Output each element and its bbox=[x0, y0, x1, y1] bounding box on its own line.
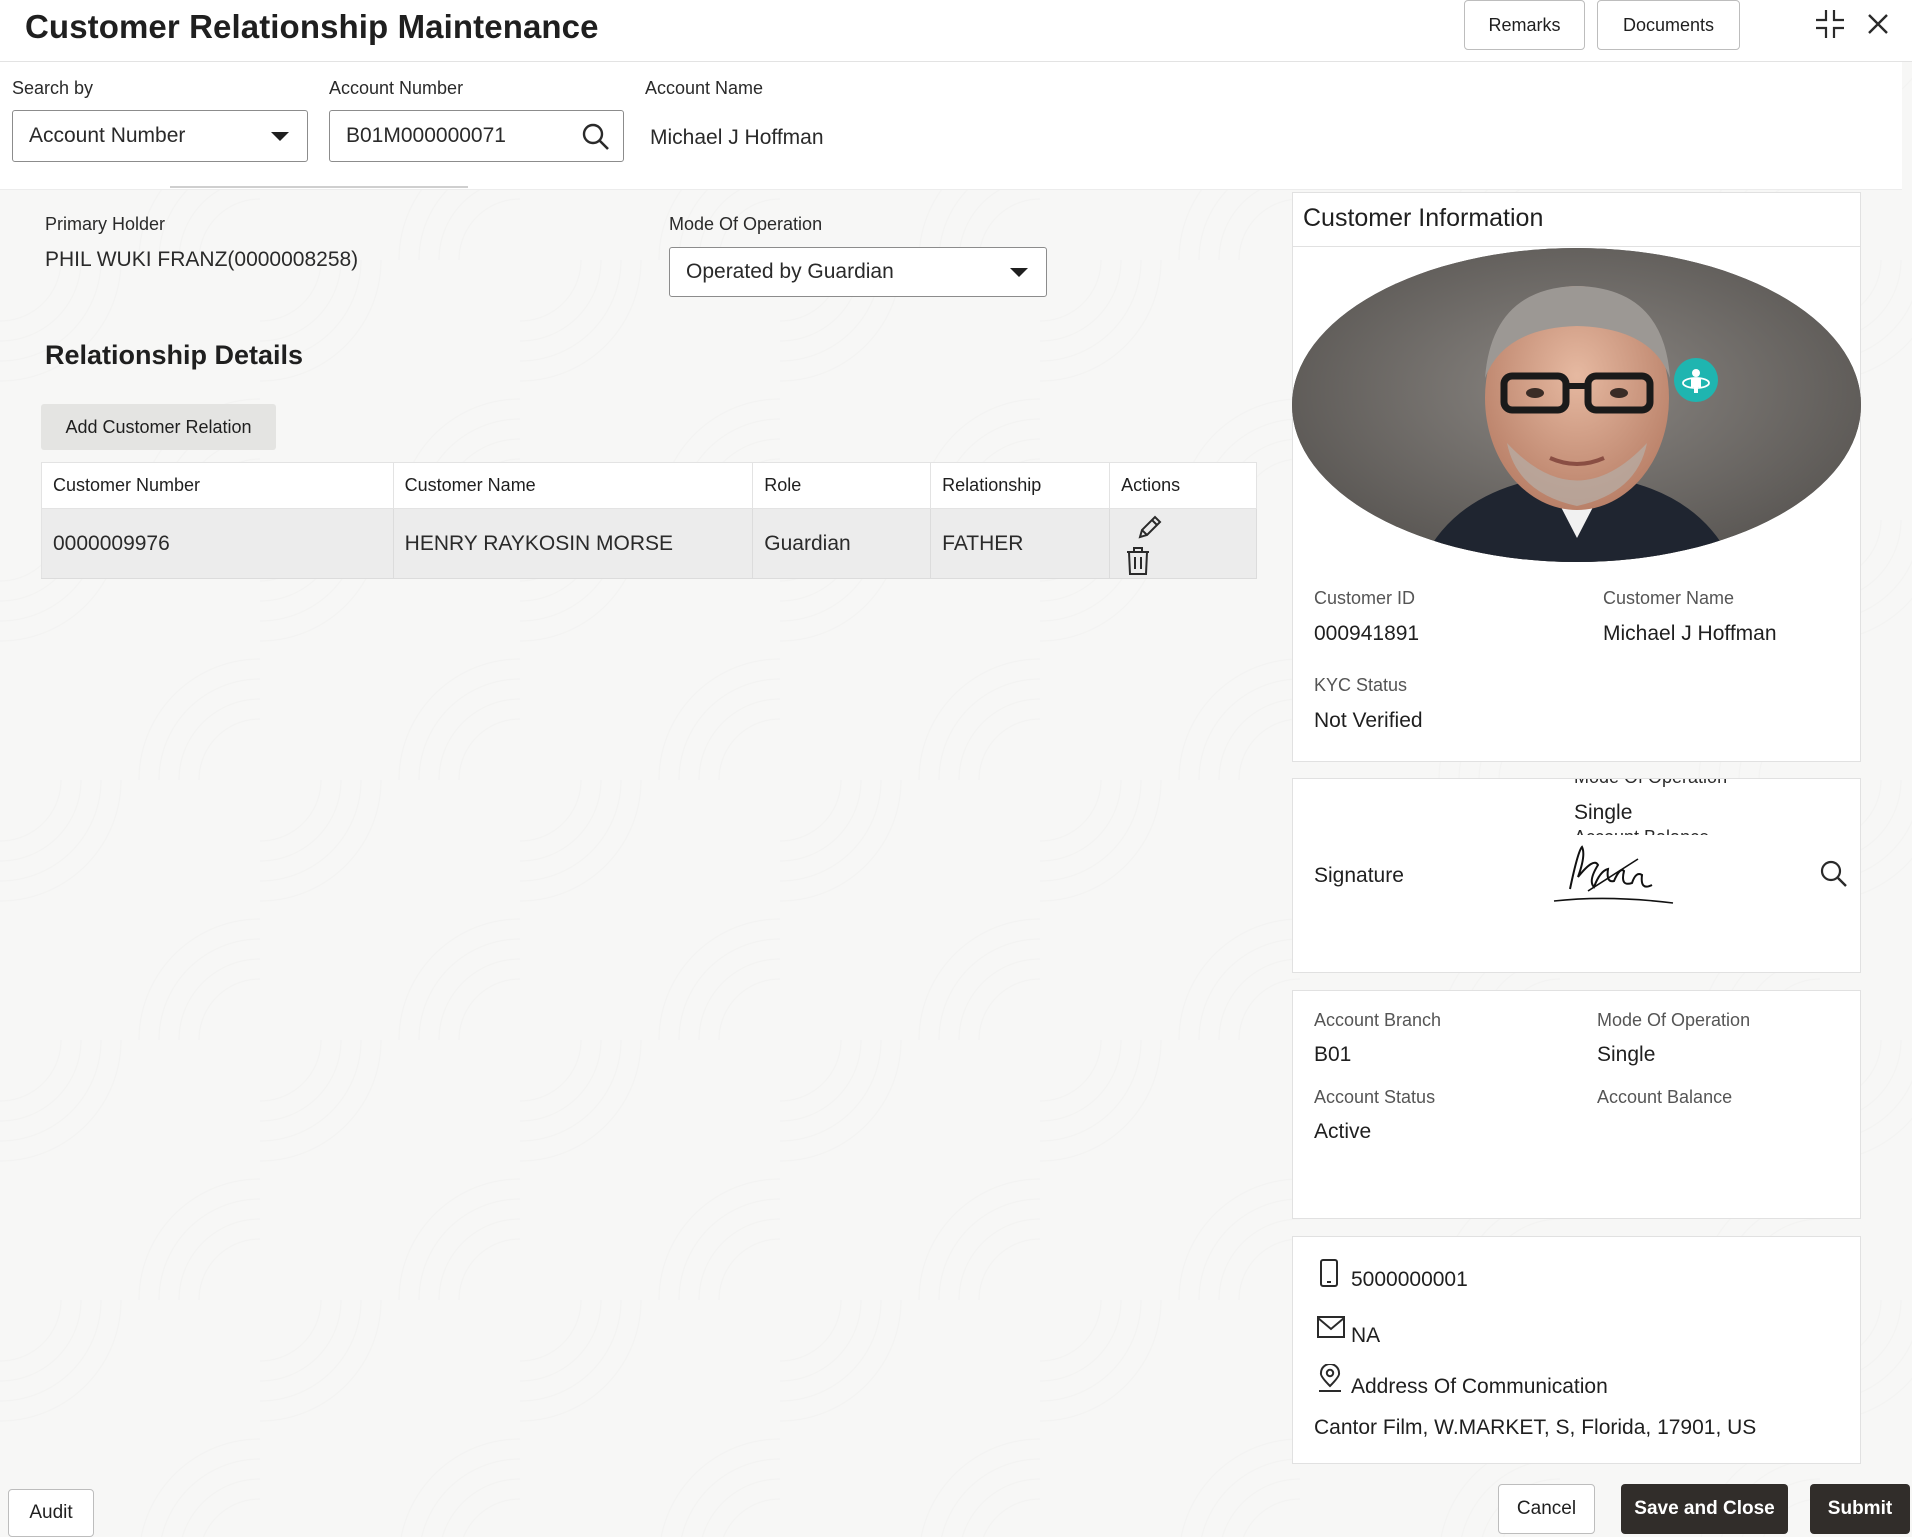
save-and-close-button[interactable]: Save and Close bbox=[1621, 1484, 1788, 1534]
account-number-label: Account Number bbox=[329, 78, 464, 98]
mail-icon bbox=[1316, 1315, 1346, 1344]
account-mode-value: Single bbox=[1597, 1043, 1656, 1066]
chevron-down-icon bbox=[271, 132, 289, 141]
overlay-mode-value: Single bbox=[1574, 801, 1633, 824]
customer-name-value: Michael J Hoffman bbox=[1603, 622, 1777, 645]
table-row[interactable]: 0000009976 HENRY RAYKOSIN MORSE Guardian… bbox=[41, 508, 1257, 579]
add-customer-relation-button[interactable]: Add Customer Relation bbox=[41, 404, 276, 450]
cancel-button[interactable]: Cancel bbox=[1498, 1484, 1595, 1534]
relationship-cell: FATHER bbox=[930, 508, 1111, 579]
documents-button[interactable]: Documents bbox=[1597, 0, 1740, 50]
submit-button[interactable]: Submit bbox=[1810, 1484, 1910, 1534]
customer-id-label: Customer ID bbox=[1314, 588, 1416, 608]
search-strip: Search by Account Number Account Number … bbox=[0, 62, 1902, 190]
minimize-icon[interactable] bbox=[1812, 6, 1848, 42]
header-bar: Customer Relationship Maintenance Remark… bbox=[0, 0, 1912, 62]
audit-button[interactable]: Audit bbox=[8, 1489, 94, 1537]
signature-card: Mode Of Operation Single Account Balance… bbox=[1292, 778, 1861, 973]
actions-cell bbox=[1109, 508, 1257, 579]
column-header: Role bbox=[752, 462, 932, 509]
address-label: Address Of Communication bbox=[1351, 1375, 1608, 1398]
search-icon[interactable] bbox=[1819, 859, 1849, 894]
mode-of-operation-label: Mode Of Operation bbox=[669, 214, 823, 234]
delete-icon[interactable] bbox=[1121, 544, 1155, 578]
phone-value: 5000000001 bbox=[1351, 1268, 1468, 1291]
column-header: Customer Number bbox=[41, 462, 394, 509]
account-branch-value: B01 bbox=[1314, 1043, 1352, 1066]
mode-of-operation-select[interactable]: Operated by Guardian bbox=[669, 247, 1047, 297]
account-status-label: Account Status bbox=[1314, 1087, 1436, 1107]
address-value: Cantor Film, W.MARKET, S, Florida, 17901… bbox=[1314, 1416, 1757, 1439]
divider bbox=[1292, 246, 1861, 247]
customer-information-title: Customer Information bbox=[1303, 204, 1544, 232]
account-name-value: Michael J Hoffman bbox=[650, 126, 824, 149]
search-by-select[interactable]: Account Number bbox=[12, 110, 308, 162]
edit-icon[interactable] bbox=[1133, 510, 1167, 544]
search-icon[interactable] bbox=[581, 122, 611, 158]
signature-image bbox=[1548, 841, 1678, 916]
primary-holder-value: PHIL WUKI FRANZ(0000008258) bbox=[45, 248, 359, 271]
location-icon bbox=[1316, 1363, 1344, 1399]
account-balance-label: Account Balance bbox=[1597, 1087, 1733, 1107]
account-status-value: Active bbox=[1314, 1120, 1372, 1143]
overlay-mode-label: Mode Of Operation bbox=[1574, 779, 1727, 788]
account-number-value: B01M000000071 bbox=[346, 124, 506, 147]
table-header-row: Customer Number Customer Name Role Relat… bbox=[41, 462, 1257, 509]
customer-name-label: Customer Name bbox=[1603, 588, 1735, 608]
kyc-status-value: Not Verified bbox=[1314, 709, 1423, 732]
column-header: Customer Name bbox=[392, 462, 754, 509]
account-number-input[interactable]: B01M000000071 bbox=[329, 110, 624, 162]
overlay-balance-label: Account Balance bbox=[1574, 827, 1709, 835]
customer-360-icon[interactable] bbox=[1674, 358, 1718, 402]
role-cell: Guardian bbox=[752, 508, 932, 579]
account-mode-label: Mode Of Operation bbox=[1597, 1010, 1751, 1030]
column-header: Relationship bbox=[930, 462, 1111, 509]
account-name-label: Account Name bbox=[645, 78, 764, 98]
search-by-value: Account Number bbox=[29, 124, 186, 147]
customer-id-value: 000941891 bbox=[1314, 622, 1420, 645]
customer-name-cell: HENRY RAYKOSIN MORSE bbox=[393, 508, 754, 579]
kyc-status-label: KYC Status bbox=[1314, 675, 1408, 695]
customer-number-cell: 0000009976 bbox=[41, 508, 394, 579]
divider bbox=[170, 186, 468, 188]
page-title: Customer Relationship Maintenance bbox=[25, 8, 599, 45]
phone-icon bbox=[1318, 1258, 1340, 1293]
account-branch-label: Account Branch bbox=[1314, 1010, 1442, 1030]
signature-label: Signature bbox=[1314, 864, 1404, 887]
relationship-details-title: Relationship Details bbox=[45, 340, 304, 370]
remarks-button[interactable]: Remarks bbox=[1464, 0, 1585, 50]
mode-of-operation-value: Operated by Guardian bbox=[686, 260, 894, 283]
chevron-down-icon bbox=[1010, 268, 1028, 277]
column-header: Actions bbox=[1109, 462, 1257, 509]
search-by-label: Search by bbox=[12, 78, 94, 98]
email-value: NA bbox=[1351, 1324, 1381, 1347]
customer-photo bbox=[1292, 248, 1861, 562]
relationship-table: Customer Number Customer Name Role Relat… bbox=[41, 462, 1257, 579]
primary-holder-label: Primary Holder bbox=[45, 214, 166, 234]
close-icon[interactable] bbox=[1860, 6, 1896, 42]
